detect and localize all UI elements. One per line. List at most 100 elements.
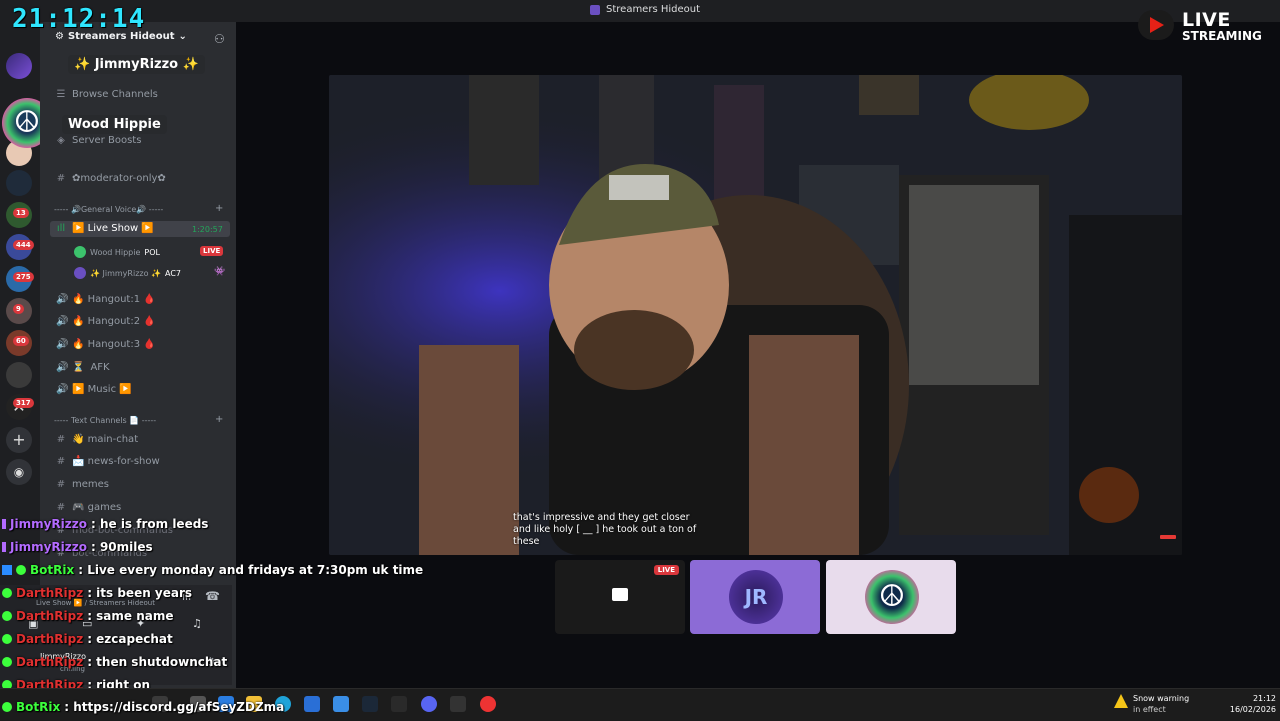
server-icon-jr[interactable] [6, 53, 32, 79]
voice-user-name: Wood Hippie [90, 247, 141, 257]
discord-icon[interactable] [421, 696, 437, 712]
streaming-text: STREAMING [1182, 29, 1262, 43]
live-badge: LIVE [653, 565, 679, 575]
add-member-icon[interactable]: ⚇ [214, 32, 225, 46]
video-frame [329, 75, 1182, 555]
live-badge: LIVE [200, 246, 224, 256]
highlight-user-name: ✨ JimmyRizzo ✨ [68, 55, 205, 74]
chevron-down-icon: ⌄ [178, 31, 187, 42]
browse-channels[interactable]: ☰ Browse Channels [56, 89, 158, 100]
channel-hangout-2[interactable]: 🔊 🔥 Hangout:2 🩸 [56, 316, 156, 327]
speaker-icon: 🔊 [56, 362, 69, 373]
steam-icon[interactable] [362, 696, 378, 712]
window-titlebar: Streamers Hideout [0, 0, 1280, 22]
channel-label: 🔥 Hangout:3 🩸 [72, 339, 156, 350]
chat-user: DarthRipz [16, 632, 84, 646]
badge-icon [2, 519, 6, 529]
server-boosts-label: Server Boosts [72, 135, 142, 146]
channel-main-chat[interactable]: # 👋 main-chat [56, 434, 138, 445]
chat-user: BotRix [16, 700, 61, 714]
channel-label: 🔥 Hangout:1 🩸 [72, 294, 156, 305]
chat-message: DarthRipz: its been years [2, 586, 192, 600]
server-icon[interactable] [6, 362, 32, 388]
app-icon[interactable] [391, 696, 407, 712]
voice-user[interactable]: Wood Hippie POL [74, 246, 160, 258]
weather-widget[interactable]: Snow warning in effect [1133, 693, 1189, 715]
channel-live-show[interactable]: ıll ▶️ Live Show ▶️ [56, 223, 154, 234]
chat-user: JimmyRizzo [10, 517, 87, 531]
system-clock[interactable]: 21:12 16/02/2026 [1220, 693, 1276, 715]
unread-badge: 317 [13, 398, 34, 408]
chat-text: : he is from leeds [90, 517, 209, 531]
channel-music[interactable]: 🔊 ▶️ Music ▶️ [56, 384, 132, 395]
check-icon [2, 702, 12, 712]
channel-afk[interactable]: 🔊 ⏳ AFK [56, 362, 110, 373]
stream-video[interactable]: that's impressive and they get closer an… [329, 75, 1182, 555]
avatar: JR [729, 570, 783, 624]
chat-message: BotRix: Live every monday and fridays at… [2, 563, 423, 577]
chat-text: : ezcapechat [87, 632, 173, 646]
chat-text: : https://discord.gg/afSeyZDZma [64, 700, 285, 714]
category-text-channels[interactable]: ----- Text Channels 📄 ----- [54, 416, 156, 425]
chat-text: : Live every monday and fridays at 7:30p… [78, 563, 424, 577]
voice-active-icon: ıll [56, 223, 66, 234]
cc-icon[interactable] [1160, 535, 1176, 539]
participant-tile-jimmyrizzo[interactable]: JR [690, 560, 820, 634]
peace-avatar: ☮ [865, 570, 919, 624]
hash-icon: # [56, 479, 66, 490]
boost-icon: ◈ [57, 135, 65, 146]
weather-title: Snow warning [1133, 694, 1190, 703]
window-title-text: Streamers Hideout [606, 4, 701, 15]
add-channel-icon[interactable]: + [215, 414, 223, 425]
channel-label: 👋 main-chat [72, 434, 139, 445]
activity-tag: POL [144, 247, 160, 257]
channel-moderator-only[interactable]: # ✿moderator-only✿ [56, 173, 166, 184]
channel-memes[interactable]: # memes [56, 479, 109, 490]
list-icon: ☰ [56, 89, 66, 100]
weather-sub: in effect [1133, 705, 1166, 714]
disconnect-icon[interactable]: ☎ [205, 589, 220, 603]
server-boosts[interactable]: ◈ Server Boosts [56, 135, 141, 146]
soundboard-icon[interactable]: ♫ [192, 617, 202, 630]
speaker-icon: 🔊 [56, 294, 69, 305]
unread-badge: 13 [13, 208, 29, 218]
chat-user: DarthRipz [16, 655, 84, 669]
channel-news[interactable]: # 📩 news-for-show [56, 456, 160, 467]
badge-icon [2, 542, 6, 552]
check-icon [16, 565, 26, 575]
voice-user[interactable]: ✨ JimmyRizzo ✨ AC7 [74, 267, 181, 279]
avatar [74, 267, 86, 279]
channel-games[interactable]: # 🎮 games [56, 502, 121, 513]
overlay-clock: 21:12:14 [12, 4, 146, 34]
chat-message: DarthRipz: same name [2, 609, 174, 623]
channel-label: AFK [90, 362, 110, 373]
chrome-icon[interactable] [480, 696, 496, 712]
chat-message: DarthRipz: ezcapechat [2, 632, 173, 646]
channel-hangout-3[interactable]: 🔊 🔥 Hangout:3 🩸 [56, 339, 156, 350]
activity-tag: AC7 [164, 268, 181, 278]
check-icon [2, 611, 12, 621]
channel-label: ▶️ Music ▶️ [72, 384, 132, 395]
category-general-voice[interactable]: ----- 🔊General Voice🔊 ----- [54, 205, 163, 214]
obs-icon[interactable] [450, 696, 466, 712]
channel-label: ✿moderator-only✿ [72, 173, 166, 184]
participant-tile-woodhippie[interactable]: ☮ [826, 560, 956, 634]
outlook-icon[interactable] [333, 696, 349, 712]
channel-label: 📩 news-for-show [72, 456, 160, 467]
game-icon: 👾 [214, 267, 226, 277]
add-channel-icon[interactable]: + [215, 203, 223, 214]
server-icon[interactable] [6, 170, 32, 196]
voice-status-text: Live Show ▶️ / Streamers Hideout [36, 599, 155, 607]
voice-timer: 1:20:57 [192, 225, 223, 234]
chat-user: BotRix [30, 563, 75, 577]
channel-hangout-1[interactable]: 🔊 🔥 Hangout:1 🩸 [56, 294, 156, 305]
add-server-icon[interactable]: + [6, 427, 32, 453]
store-icon[interactable] [304, 696, 320, 712]
explore-icon[interactable]: ◉ [6, 459, 32, 485]
live-play-icon [1138, 10, 1174, 40]
tray-date: 16/02/2026 [1229, 705, 1276, 714]
unread-badge: 60 [13, 336, 29, 346]
check-icon [2, 588, 12, 598]
participant-tile-screen[interactable]: LIVE [555, 560, 685, 634]
live-streaming-badge: LIVE STREAMING [1132, 8, 1272, 44]
